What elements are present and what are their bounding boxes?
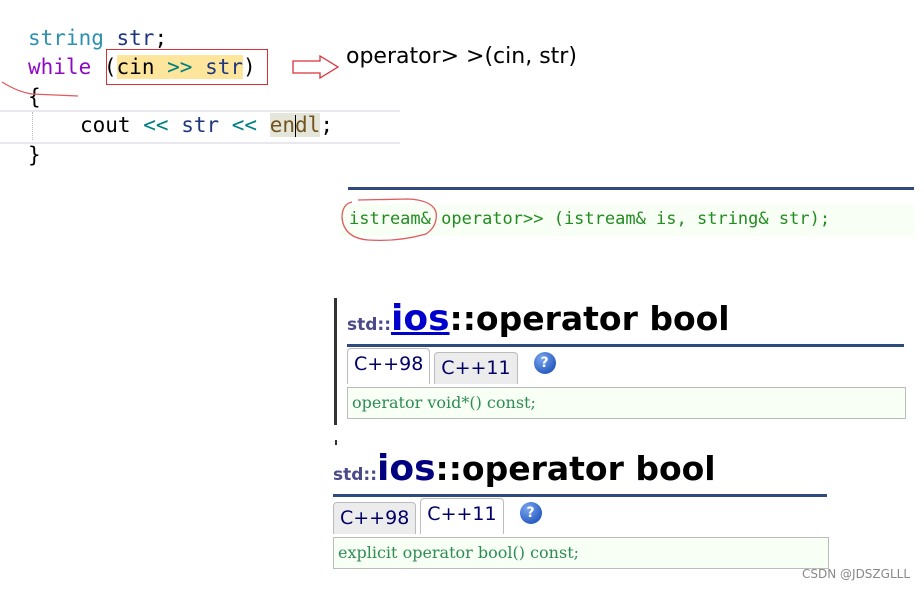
annotation-ellipse (341, 198, 437, 242)
section-rule (348, 187, 914, 190)
version-tabs: C++98 C++11 ? (333, 498, 542, 534)
tab-cpp98[interactable]: C++98 (347, 348, 431, 384)
code-line-5: } (28, 143, 41, 167)
arrow-right-icon (292, 54, 340, 80)
insert-operator: << (143, 113, 169, 137)
tab-cpp11[interactable]: C++11 (420, 498, 504, 534)
member-name: ::operator bool (449, 299, 730, 338)
member-name: ::operator bool (435, 449, 716, 488)
semicolon: ; (320, 113, 333, 137)
endl-part: dl (295, 113, 321, 137)
tab-cpp11[interactable]: C++11 (434, 352, 518, 384)
annotation-text: operator> >(cin, str) (346, 44, 577, 69)
section-rule (347, 344, 904, 347)
doc-title: std::ios::operator bool (347, 298, 730, 339)
doc-left-border (334, 298, 337, 425)
help-icon[interactable]: ? (533, 352, 556, 374)
var-token: str (181, 113, 220, 137)
namespace-label: std:: (347, 315, 392, 335)
var-token: str (116, 26, 155, 50)
insert-operator: << (231, 113, 258, 137)
version-tabs: C++98 C++11 ? (347, 348, 556, 384)
signature-box: operator void*() const; (347, 387, 906, 419)
watermark: CSDN @JDSZGLLL (802, 567, 910, 581)
cout-token: cout (80, 113, 131, 137)
type-token: string (28, 26, 104, 50)
code-line-1: string str; (28, 24, 167, 52)
while-keyword: while (28, 55, 92, 79)
endl-token: endl (269, 113, 321, 137)
signature-text: operator void*() const; (352, 393, 536, 412)
class-link[interactable]: ios (391, 298, 450, 339)
signature-rest: operator>> (istream& is, string& str); (430, 209, 831, 229)
signature-box: explicit operator bool() const; (333, 537, 829, 569)
code-line-4: cout << str << endl; (80, 111, 333, 139)
doc-title: std::ios::operator bool (333, 448, 716, 489)
class-name: ios (377, 448, 436, 489)
section-rule (333, 494, 827, 497)
annotation-stroke (1, 81, 79, 97)
help-icon[interactable]: ? (519, 502, 542, 524)
indent-guide (32, 112, 33, 140)
signature-text: explicit operator bool() const; (338, 543, 580, 562)
annotation-box (106, 49, 268, 85)
tab-cpp98[interactable]: C++98 (333, 502, 417, 534)
semicolon: ; (154, 26, 168, 50)
divider-mark (335, 440, 337, 445)
namespace-label: std:: (333, 465, 378, 485)
endl-part: en (269, 113, 296, 137)
